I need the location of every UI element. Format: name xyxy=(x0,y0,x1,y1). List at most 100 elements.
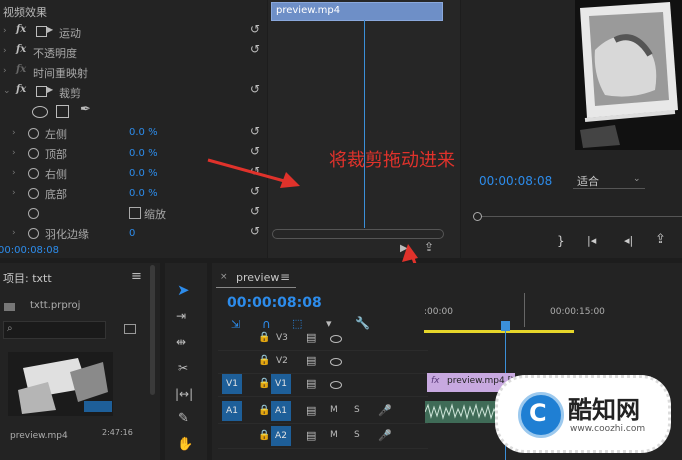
reset-icon[interactable]: ↺ xyxy=(250,204,260,218)
track-select-tool-icon[interactable]: ⇥ xyxy=(176,309,186,323)
program-timecode[interactable]: 00:00:08:08 xyxy=(479,174,552,188)
stopwatch-icon[interactable] xyxy=(28,228,39,239)
param-value[interactable]: 0 xyxy=(129,228,135,239)
reset-icon[interactable]: ↺ xyxy=(250,22,260,36)
slip-tool-icon[interactable]: |↔| xyxy=(175,387,193,401)
new-bin-icon[interactable] xyxy=(124,324,136,334)
solo-icon[interactable]: S xyxy=(354,405,360,415)
export-icon[interactable]: ⇪ xyxy=(424,240,434,254)
ruler-tick xyxy=(524,293,525,327)
stopwatch-icon[interactable] xyxy=(28,128,39,139)
step-back-icon[interactable]: ◂| xyxy=(624,234,633,247)
film-icon[interactable]: ▤ xyxy=(306,331,316,344)
microphone-icon[interactable]: 🎤 xyxy=(378,429,392,442)
go-to-in-icon[interactable]: |◂ xyxy=(587,234,596,247)
playhead-handle[interactable] xyxy=(501,321,510,331)
mute-icon[interactable]: M xyxy=(330,430,338,440)
watermark-badge: C 酷知网 www.coozhi.com xyxy=(495,375,671,453)
expand-chevron-icon[interactable]: › xyxy=(3,26,7,36)
motion-icon xyxy=(36,86,47,97)
reset-icon[interactable]: ↺ xyxy=(250,184,260,198)
stopwatch-icon[interactable] xyxy=(28,208,39,219)
export-frame-icon[interactable]: ⇪ xyxy=(655,232,666,247)
expand-chevron-icon[interactable]: › xyxy=(12,128,16,138)
eye-icon[interactable] xyxy=(330,335,342,343)
track-name: V3 xyxy=(276,333,288,343)
effect-timecode[interactable]: 00:00:08:08 xyxy=(0,245,59,256)
lock-icon[interactable]: 🔒 xyxy=(258,405,270,416)
expand-chevron-icon[interactable]: › xyxy=(3,46,7,56)
lock-icon[interactable]: 🔒 xyxy=(258,378,270,389)
expand-chevron-icon[interactable]: › xyxy=(12,148,16,158)
rectangle-mask-icon[interactable] xyxy=(56,105,69,118)
annotation-text: 将裁剪拖动进来 xyxy=(329,150,455,171)
solo-icon[interactable]: S xyxy=(354,430,360,440)
sequence-menu-icon[interactable]: ≡ xyxy=(280,270,290,284)
effect-row-label: 不透明度 xyxy=(33,47,77,60)
ripple-edit-tool-icon[interactable]: ⇹ xyxy=(176,335,186,349)
play-triangle-icon[interactable]: ▶ xyxy=(400,243,408,254)
collapse-chevron-icon[interactable]: ⌄ xyxy=(3,86,11,96)
source-patch-a1[interactable]: A1 xyxy=(222,401,242,421)
lock-icon[interactable]: 🔒 xyxy=(258,355,270,366)
reset-icon[interactable]: ↺ xyxy=(250,164,260,178)
reset-icon[interactable]: ↺ xyxy=(250,124,260,138)
close-tab-icon[interactable]: × xyxy=(220,272,228,282)
param-value[interactable]: 0.0 % xyxy=(129,127,158,138)
film-icon[interactable]: ▤ xyxy=(306,429,316,442)
expand-chevron-icon[interactable]: › xyxy=(3,66,7,76)
track-target-a2[interactable]: A2 xyxy=(271,426,291,446)
hand-tool-icon[interactable]: ✋ xyxy=(177,437,193,452)
film-icon[interactable]: ▤ xyxy=(306,377,316,390)
reset-icon[interactable]: ↺ xyxy=(250,42,260,56)
work-area-bar[interactable] xyxy=(424,330,574,333)
expand-chevron-icon[interactable]: › xyxy=(12,188,16,198)
microphone-icon[interactable]: 🎤 xyxy=(378,404,392,417)
param-label: 羽化边缘 xyxy=(45,228,89,241)
expand-chevron-icon[interactable]: › xyxy=(12,168,16,178)
razor-tool-icon[interactable]: ✂ xyxy=(178,361,188,375)
program-scrubber[interactable] xyxy=(475,216,682,217)
fx-icon: fx xyxy=(16,64,27,75)
stopwatch-icon[interactable] xyxy=(28,168,39,179)
expand-chevron-icon[interactable]: › xyxy=(12,228,16,238)
playhead-line xyxy=(364,20,365,228)
source-patch-v1[interactable]: V1 xyxy=(222,374,242,394)
sequence-timecode[interactable]: 00:00:08:08 xyxy=(227,295,322,311)
fit-dropdown[interactable]: 适合 ⌄ xyxy=(573,172,645,189)
eye-icon[interactable] xyxy=(330,381,342,389)
film-icon[interactable]: ▤ xyxy=(306,404,316,417)
stopwatch-icon[interactable] xyxy=(28,188,39,199)
param-value[interactable]: 0.0 % xyxy=(129,188,158,199)
film-icon[interactable]: ▤ xyxy=(306,354,316,367)
vertical-scrollbar[interactable] xyxy=(150,265,155,395)
sequence-tab[interactable]: preview xyxy=(236,271,279,284)
zoom-checkbox[interactable] xyxy=(129,207,141,219)
stopwatch-icon[interactable] xyxy=(28,148,39,159)
pen-mask-icon[interactable]: ✒ xyxy=(80,102,91,117)
horizontal-scrollbar[interactable] xyxy=(272,229,444,239)
watermark-logo: C xyxy=(518,392,564,438)
reset-icon[interactable]: ↺ xyxy=(250,224,260,238)
pen-tool-icon[interactable]: ✎ xyxy=(178,411,189,426)
tab-underline xyxy=(216,287,296,288)
lock-icon[interactable]: 🔒 xyxy=(258,332,270,343)
selection-tool-icon[interactable]: ➤ xyxy=(177,281,190,299)
eye-icon[interactable] xyxy=(330,358,342,366)
mark-out-icon[interactable]: } xyxy=(557,234,565,248)
scrubber-handle[interactable] xyxy=(473,212,482,221)
reset-icon[interactable]: ↺ xyxy=(250,144,260,158)
clip-bar[interactable]: preview.mp4 xyxy=(271,2,443,21)
media-thumbnail[interactable] xyxy=(8,352,113,416)
lock-icon[interactable]: 🔒 xyxy=(258,430,270,441)
param-value[interactable]: 0.0 % xyxy=(129,148,158,159)
mute-icon[interactable]: M xyxy=(330,405,338,415)
panel-menu-icon[interactable]: ≡ xyxy=(131,269,142,284)
ellipse-mask-icon[interactable] xyxy=(32,106,48,118)
watermark-brand: 酷知网 xyxy=(568,396,640,424)
track-target-a1[interactable]: A1 xyxy=(271,401,291,421)
reset-icon[interactable]: ↺ xyxy=(250,82,260,96)
track-target-v1[interactable]: V1 xyxy=(271,374,291,394)
param-value[interactable]: 0.0 % xyxy=(129,168,158,179)
project-search-input[interactable]: ⌕ xyxy=(3,321,106,339)
